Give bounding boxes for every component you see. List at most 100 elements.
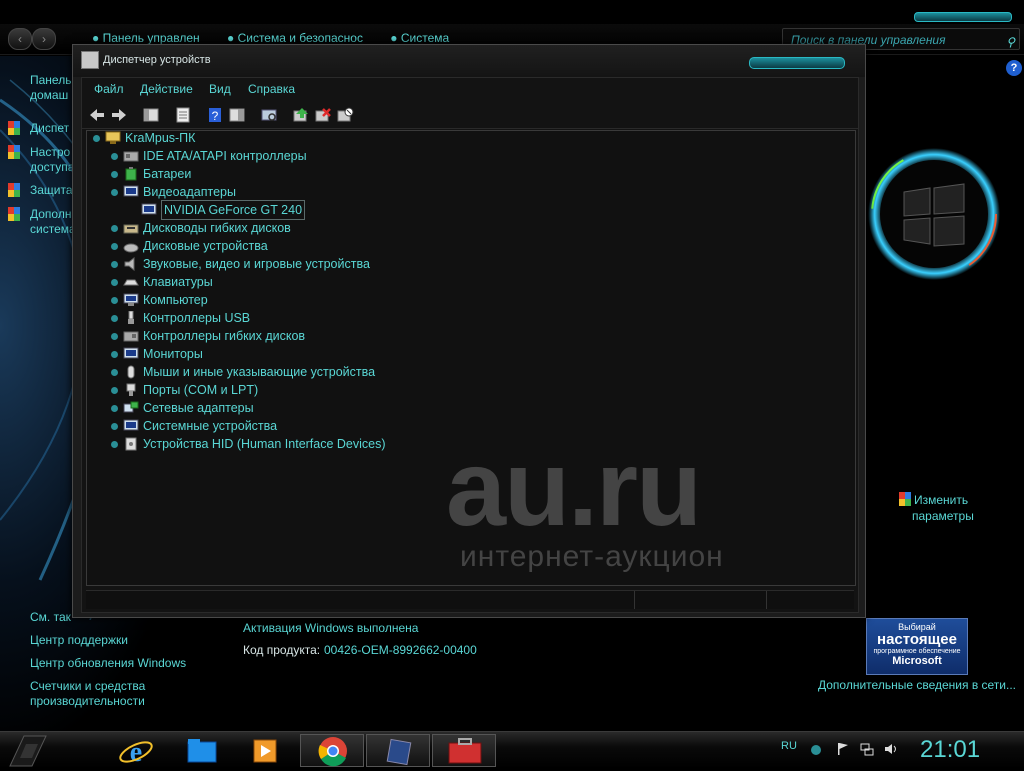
action-pane-icon[interactable] xyxy=(228,106,246,124)
update-driver-icon[interactable] xyxy=(292,106,310,124)
start-button[interactable] xyxy=(6,732,50,768)
speaker-icon xyxy=(124,257,135,271)
watermark-logo: au.ru xyxy=(446,427,702,548)
breadcrumb-item[interactable]: ● Система xyxy=(390,31,461,45)
forward-arrow-icon[interactable] xyxy=(110,106,128,124)
tree-category[interactable]: Порты (COM и LPT) xyxy=(87,381,487,399)
svg-text:?: ? xyxy=(212,109,219,123)
flag-icon[interactable] xyxy=(836,742,850,756)
taskbar-media-player[interactable] xyxy=(234,734,298,767)
toolbar: ? xyxy=(82,102,858,129)
cp-home-link[interactable]: Панель домаш xyxy=(30,73,71,103)
shield-icon xyxy=(8,183,20,197)
help-icon[interactable]: ? xyxy=(206,106,224,124)
port-icon xyxy=(126,383,136,396)
tree-category[interactable]: IDE ATA/ATAPI контроллеры xyxy=(87,147,487,165)
chrome-icon xyxy=(318,737,347,767)
remote-access-link[interactable]: Настро доступа xyxy=(30,145,74,175)
network-icon[interactable] xyxy=(860,742,874,756)
mouse-icon xyxy=(127,365,135,379)
forward-button[interactable]: › xyxy=(32,28,56,50)
battery-icon xyxy=(125,167,137,181)
tree-category[interactable]: Компьютер xyxy=(87,291,487,309)
genuine-microsoft-badge[interactable]: Выбирай настоящее программное обеспечени… xyxy=(866,618,968,675)
network-adapter-icon xyxy=(123,401,139,413)
breadcrumb-item[interactable]: ● Система и безопаснос xyxy=(227,31,375,45)
taskbar-system-tool[interactable] xyxy=(366,734,430,767)
menu-help[interactable]: Справка xyxy=(248,82,295,96)
menu-bar: Файл Действие Вид Справка xyxy=(82,78,858,100)
tree-category[interactable]: Клавиатуры xyxy=(87,273,487,291)
tree-category[interactable]: Сетевые адаптеры xyxy=(87,399,487,417)
watermark-subtitle: интернет-аукцион xyxy=(460,540,724,573)
menu-file[interactable]: Файл xyxy=(94,82,124,96)
tree-category[interactable]: Дисковые устройства xyxy=(87,237,487,255)
more-info-link[interactable]: Дополнительные сведения в сети... xyxy=(818,678,1016,692)
properties-icon[interactable] xyxy=(174,106,192,124)
breadcrumb: ● Панель управлен ● Система и безопаснос… xyxy=(92,31,473,45)
floppy-controller-icon xyxy=(123,331,139,342)
display-adapter-icon xyxy=(141,203,157,215)
shield-icon xyxy=(8,145,20,159)
monitor-icon xyxy=(123,347,139,359)
tree-category[interactable]: Мыши и иные указывающие устройства xyxy=(87,363,487,381)
internet-explorer-icon: e xyxy=(119,737,153,768)
console-tree-icon[interactable] xyxy=(142,106,160,124)
media-player-icon xyxy=(253,739,277,763)
uninstall-device-icon[interactable] xyxy=(314,106,332,124)
performance-link[interactable]: Счетчики и средства производительности xyxy=(30,679,145,709)
system-protection-link[interactable]: Защита xyxy=(30,183,73,198)
tree-category[interactable]: Контроллеры гибких дисков xyxy=(87,327,487,345)
shield-icon xyxy=(8,121,20,135)
help-icon[interactable]: ? xyxy=(1006,60,1022,76)
windows-logo-orb xyxy=(868,148,1000,280)
support-center-link[interactable]: Центр поддержки xyxy=(30,633,128,648)
folder-icon xyxy=(187,739,217,763)
window-controls-slider[interactable] xyxy=(914,12,1012,22)
breadcrumb-item[interactable]: ● Панель управлен xyxy=(92,31,212,45)
back-button[interactable]: ‹ xyxy=(8,28,32,50)
window-controls-slider[interactable] xyxy=(749,57,845,69)
status-bar xyxy=(86,590,854,609)
tree-category[interactable]: Звуковые, видео и игровые устройства xyxy=(87,255,487,273)
advanced-settings-link[interactable]: Дополн система xyxy=(30,207,76,237)
tree-category[interactable]: Дисководы гибких дисков xyxy=(87,219,487,237)
tree-category[interactable]: Контроллеры USB xyxy=(87,309,487,327)
device-manager-titlebar[interactable]: Диспетчер устройств xyxy=(73,45,865,77)
language-indicator[interactable]: RU xyxy=(781,740,797,752)
taskbar-chrome[interactable] xyxy=(300,734,364,767)
menu-action[interactable]: Действие xyxy=(140,82,193,96)
see-also-heading: См. так xyxy=(30,610,71,624)
taskbar: e RU 21:01 xyxy=(0,731,1024,769)
shield-icon xyxy=(899,492,911,506)
tray-status-icon[interactable] xyxy=(810,744,822,756)
computer-icon xyxy=(123,293,139,306)
system-tool-icon xyxy=(386,738,412,766)
tree-category[interactable]: Мониторы xyxy=(87,345,487,363)
taskbar-internet-explorer[interactable]: e xyxy=(104,734,168,768)
keyboard-icon xyxy=(123,279,139,286)
tree-expander[interactable] xyxy=(93,135,100,142)
device-manager-link[interactable]: Диспет xyxy=(30,121,69,136)
tree-device-selected[interactable]: NVIDIA GeForce GT 240 xyxy=(87,200,487,220)
clock[interactable]: 21:01 xyxy=(920,736,980,764)
tree-category-expanded[interactable]: Видеоадаптеры xyxy=(87,183,487,201)
back-arrow-icon[interactable] xyxy=(88,106,106,124)
floppy-drive-icon xyxy=(123,224,139,234)
menu-view[interactable]: Вид xyxy=(209,82,231,96)
scan-hardware-icon[interactable] xyxy=(260,106,278,124)
disable-device-icon[interactable] xyxy=(336,106,354,124)
tree-category[interactable]: Батареи xyxy=(87,165,487,183)
change-settings-link[interactable]: Изменить параметры xyxy=(912,492,974,524)
tree-category[interactable]: Устройства HID (Human Interface Devices) xyxy=(87,435,507,453)
taskbar-device-manager[interactable] xyxy=(432,734,496,767)
tree-root[interactable]: KraMpus-ПК xyxy=(87,129,387,147)
search-icon[interactable]: ⚲ xyxy=(1006,31,1015,53)
volume-icon[interactable] xyxy=(884,742,900,756)
tree-category[interactable]: Системные устройства xyxy=(87,417,487,435)
disk-drive-icon xyxy=(123,243,139,253)
taskbar-explorer[interactable] xyxy=(170,734,234,767)
hid-device-icon xyxy=(125,437,137,451)
windows-update-link[interactable]: Центр обновления Windows xyxy=(30,656,186,671)
svg-text:e: e xyxy=(130,737,142,767)
